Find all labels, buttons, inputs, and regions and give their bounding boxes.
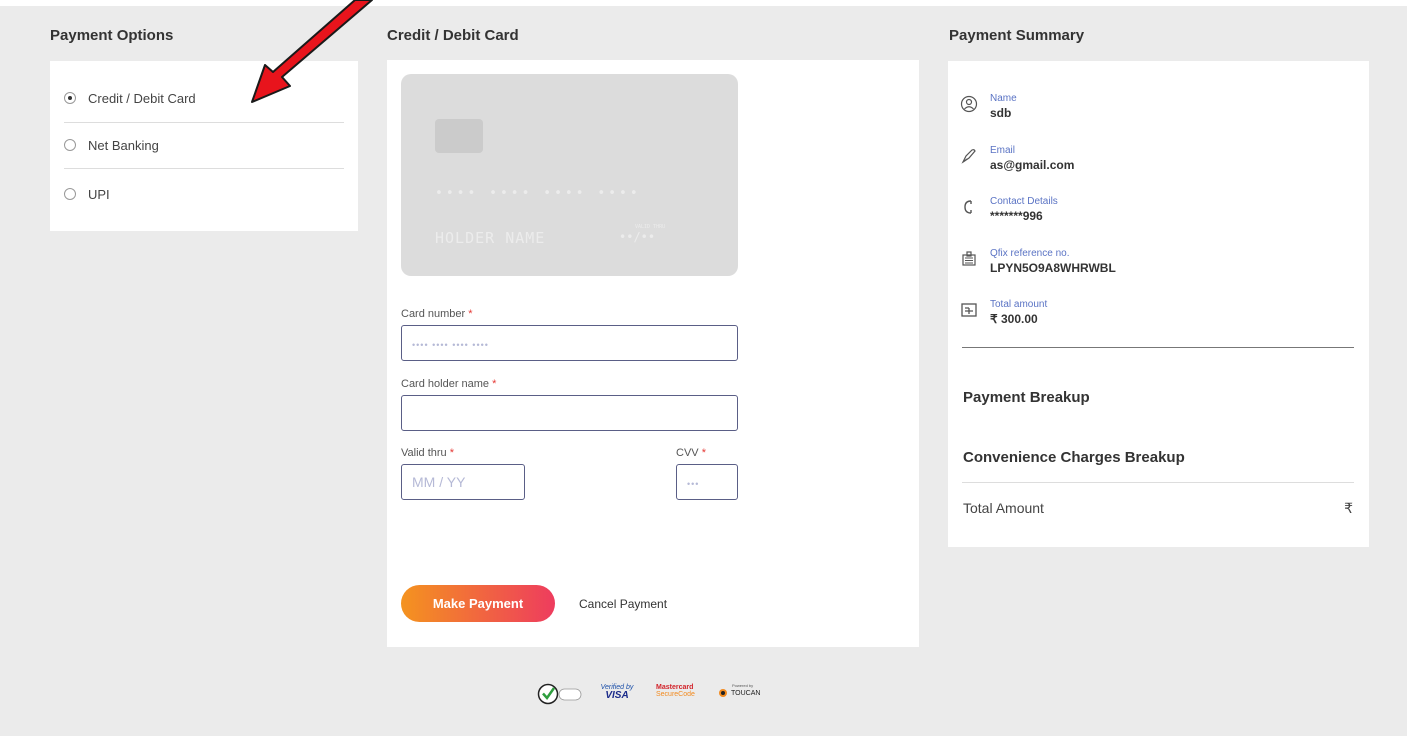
summary-value: ₹ 300.00 xyxy=(990,312,1038,326)
cancel-payment-link[interactable]: Cancel Payment xyxy=(579,597,667,611)
summary-value: *******996 xyxy=(990,209,1043,223)
divider xyxy=(962,482,1354,483)
payment-summary-panel: Name sdb Email as@gmail.com Contact Deta… xyxy=(948,61,1369,547)
total-amount-label: Total Amount xyxy=(963,500,1044,516)
option-label: Net Banking xyxy=(88,137,159,153)
card-preview: •••• •••• •••• •••• HOLDER NAME VALID TH… xyxy=(401,74,738,276)
toucan-badge: Powered by TOUCAN xyxy=(718,684,778,698)
summary-value: as@gmail.com xyxy=(990,158,1075,172)
phone-icon xyxy=(964,200,972,214)
cvv-input[interactable] xyxy=(676,464,738,500)
norton-badge xyxy=(537,680,583,712)
valid-thru-input[interactable] xyxy=(401,464,525,500)
summary-label: Name xyxy=(990,93,1017,104)
mastercard-securecode-badge: Mastercard SecureCode xyxy=(656,684,706,698)
option-credit-debit-card[interactable]: Credit / Debit Card xyxy=(64,75,344,121)
option-label: UPI xyxy=(88,186,110,202)
cvv-label: CVV * xyxy=(676,447,706,459)
user-icon xyxy=(960,95,978,113)
toucan-bottom-text: TOUCAN xyxy=(731,689,761,697)
summary-value: sdb xyxy=(990,106,1012,120)
card-holder-name-label: Card holder name * xyxy=(401,378,496,390)
required-mark: * xyxy=(701,447,706,459)
convenience-charges-heading[interactable]: Convenience Charges Breakup xyxy=(963,449,1185,466)
card-chip-icon xyxy=(435,119,483,153)
summary-label: Email xyxy=(990,145,1016,156)
radio-selected-icon[interactable] xyxy=(64,92,76,104)
expiry-mask: ••/•• xyxy=(619,230,656,244)
payment-options-panel: Credit / Debit Card Net Banking UPI xyxy=(50,61,358,231)
reference-icon xyxy=(962,251,976,266)
required-mark: * xyxy=(468,308,473,320)
card-number-input[interactable] xyxy=(401,325,738,361)
label-text: Card number xyxy=(401,308,466,320)
payment-options-title: Payment Options xyxy=(50,27,174,44)
radio-icon[interactable] xyxy=(64,188,76,200)
card-holder-name-input[interactable] xyxy=(401,395,738,431)
top-bar xyxy=(0,0,1407,6)
make-payment-button[interactable]: Make Payment xyxy=(401,585,555,622)
valid-thru-label: Valid thru * xyxy=(401,447,454,459)
amount-icon xyxy=(961,303,977,317)
label-text: CVV xyxy=(676,447,699,459)
option-label: Credit / Debit Card xyxy=(88,90,196,106)
card-number-label: Card number * xyxy=(401,308,473,320)
total-amount-currency: ₹ xyxy=(1344,500,1353,516)
toucan-logo-icon xyxy=(719,689,727,697)
mastercard-bottom-text: SecureCode xyxy=(656,691,695,698)
summary-divider xyxy=(962,347,1354,348)
option-upi[interactable]: UPI xyxy=(64,171,344,217)
card-section-title: Credit / Debit Card xyxy=(387,27,519,44)
card-expiry: VALID THRU ••/•• xyxy=(619,224,665,244)
email-icon xyxy=(961,149,976,164)
verified-by-visa-badge: Verified by VISA xyxy=(597,684,637,701)
visa-bottom-text: VISA xyxy=(605,690,629,701)
label-text: Valid thru xyxy=(401,447,447,459)
mastercard-top-text: Mastercard xyxy=(656,684,694,691)
divider xyxy=(64,168,344,169)
payment-summary-title: Payment Summary xyxy=(949,27,1085,44)
total-amount-row: Total Amount ₹ xyxy=(963,500,1353,516)
label-text: Card holder name xyxy=(401,378,490,390)
card-holder-placeholder: HOLDER NAME xyxy=(435,229,546,247)
required-mark: * xyxy=(449,447,454,459)
norton-check-icon xyxy=(537,683,582,705)
card-number-mask: •••• •••• •••• •••• xyxy=(435,186,641,201)
summary-label: Qfix reference no. xyxy=(990,248,1070,259)
summary-label: Contact Details xyxy=(990,196,1058,207)
radio-icon[interactable] xyxy=(64,139,76,151)
required-mark: * xyxy=(492,378,497,390)
summary-label: Total amount xyxy=(990,299,1048,310)
security-badges: Verified by VISA Mastercard SecureCode P… xyxy=(537,680,787,710)
payment-breakup-heading[interactable]: Payment Breakup xyxy=(963,389,1090,406)
option-net-banking[interactable]: Net Banking xyxy=(64,122,344,168)
summary-value: LPYN5O9A8WHRWBL xyxy=(990,261,1116,275)
card-form-panel: •••• •••• •••• •••• HOLDER NAME VALID TH… xyxy=(387,60,919,647)
